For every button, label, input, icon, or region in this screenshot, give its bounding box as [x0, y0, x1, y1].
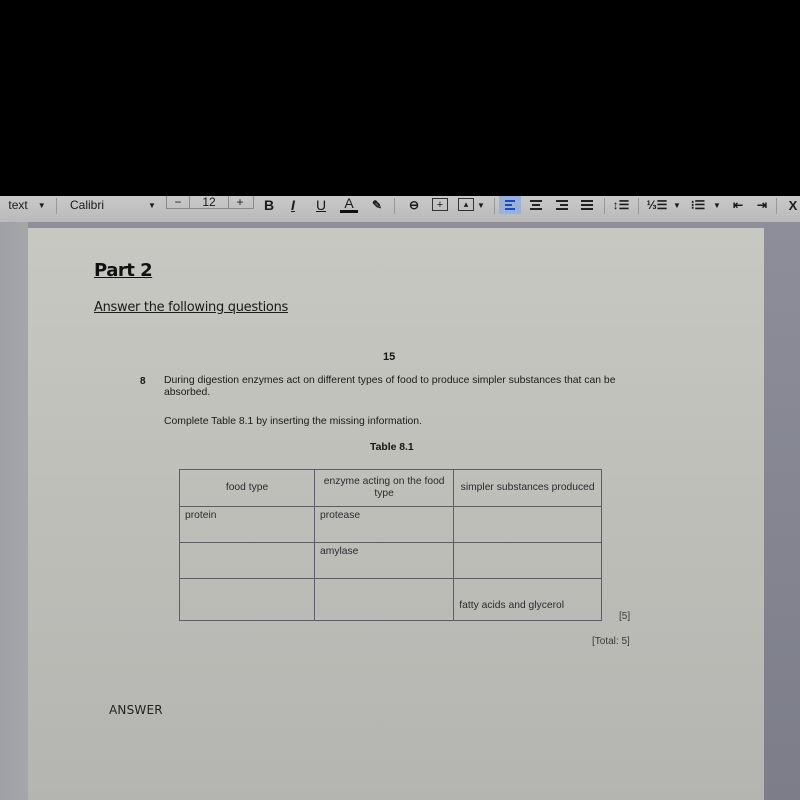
instruction-text: Answer the following questions — [94, 300, 288, 315]
increase-font-size-button[interactable]: + — [229, 195, 251, 209]
align-left-icon — [505, 200, 515, 210]
answer-label[interactable]: ANSWER — [109, 703, 163, 717]
table-row: protein protease — [178, 506, 602, 543]
chevron-down-icon: ▼ — [148, 200, 156, 210]
decrease-font-size-button[interactable]: − — [167, 195, 190, 209]
justify-button[interactable] — [580, 196, 594, 214]
chevron-down-icon[interactable]: ▼ — [476, 196, 486, 214]
bulleted-list-icon[interactable]: ⁝☰ — [690, 196, 706, 214]
toolbar-divider — [394, 198, 395, 214]
toolbar-divider — [638, 198, 639, 214]
table-cell[interactable] — [453, 542, 602, 579]
style-select[interactable]: text ▼ — [2, 196, 52, 214]
table-cell[interactable]: protease — [314, 506, 455, 543]
align-right-button[interactable] — [555, 196, 569, 214]
decrease-indent-icon[interactable]: ⇤ — [730, 196, 746, 214]
question-text: During digestion enzymes act on differen… — [164, 375, 616, 398]
justify-icon — [581, 200, 593, 210]
clear-formatting-button[interactable]: X — [786, 196, 800, 214]
section-heading: Part 2 — [94, 260, 153, 281]
table-cell[interactable] — [453, 506, 602, 543]
marks-label: [5] — [619, 611, 631, 622]
bold-button[interactable]: B — [262, 196, 276, 214]
table-cell[interactable] — [178, 578, 316, 621]
text-color-button[interactable]: A — [340, 195, 358, 213]
header-products: simpler substances produced — [453, 469, 602, 507]
editor-right-gutter — [762, 222, 800, 800]
toolbar-divider — [494, 198, 495, 214]
increase-indent-icon[interactable]: ⇥ — [754, 196, 770, 214]
toolbar-divider — [604, 198, 605, 214]
style-select-value: text — [8, 198, 28, 212]
align-left-button[interactable] — [499, 196, 521, 214]
table-cell[interactable]: fatty acids and glycerol — [453, 578, 602, 621]
table-cell[interactable]: protein — [178, 506, 316, 543]
table-caption: Table 8.1 — [370, 442, 414, 453]
insert-comment-icon[interactable]: + — [432, 198, 448, 211]
underline-button[interactable]: U — [314, 196, 328, 214]
page-number: 15 — [383, 351, 396, 363]
table-8-1: food type enzyme acting on the food type… — [178, 469, 602, 621]
header-enzyme: enzyme acting on the food type — [314, 469, 455, 507]
toolbar-divider — [776, 198, 777, 214]
align-center-icon — [530, 200, 542, 210]
question-sub-instruction: Complete Table 8.1 by inserting the miss… — [164, 416, 422, 427]
total-marks-label: [Total: 5] — [592, 636, 630, 647]
header-food-type: food type — [178, 469, 316, 507]
table-cell[interactable]: amylase — [314, 542, 455, 579]
table-row: fatty acids and glycerol — [178, 578, 602, 621]
line-spacing-icon[interactable]: ↕☰ — [612, 196, 630, 214]
align-right-icon — [556, 200, 568, 210]
numbered-list-icon[interactable]: ⅓☰ — [647, 196, 668, 214]
font-size-stepper[interactable]: − 12 + — [166, 195, 254, 209]
chevron-down-icon[interactable]: ▼ — [712, 196, 722, 214]
chevron-down-icon[interactable]: ▼ — [672, 196, 682, 214]
align-center-button[interactable] — [529, 196, 543, 214]
formatting-toolbar: text ▼ Calibri ▼ − 12 + B I U A ✎ ⊖ + ▴ ▼… — [0, 195, 800, 222]
toolbar-divider — [56, 198, 57, 214]
table-header-row: food type enzyme acting on the food type… — [178, 469, 602, 507]
font-select[interactable]: Calibri ▼ — [70, 196, 160, 214]
highlight-icon[interactable]: ✎ — [370, 196, 384, 214]
table-cell[interactable] — [178, 542, 316, 579]
link-icon[interactable]: ⊖ — [404, 196, 424, 214]
font-size-input[interactable]: 12 — [190, 195, 229, 209]
italic-button[interactable]: I — [286, 196, 300, 214]
table-cell[interactable] — [314, 578, 455, 621]
table-row: amylase — [178, 542, 602, 579]
chevron-down-icon: ▼ — [37, 200, 46, 210]
question-number: 8 — [140, 376, 146, 387]
font-select-value: Calibri — [70, 198, 105, 212]
insert-image-icon[interactable]: ▴ — [458, 198, 474, 211]
